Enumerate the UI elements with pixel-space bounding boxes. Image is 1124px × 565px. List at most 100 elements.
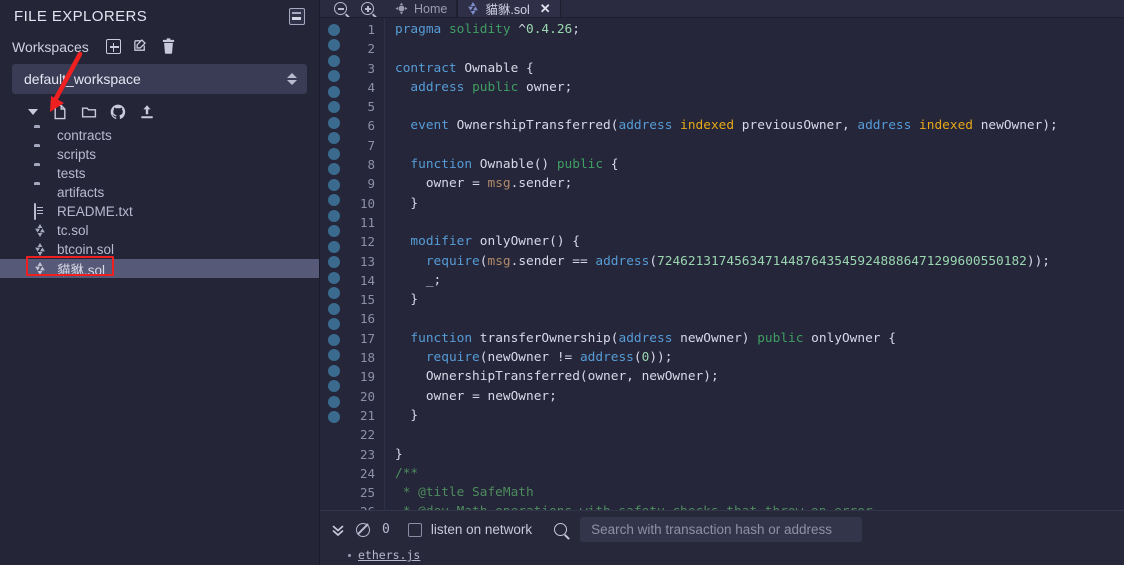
terminal-log-line: ethers.js: [320, 548, 1124, 562]
line-number: 16: [359, 311, 375, 327]
breakpoint-gutter[interactable]: [320, 18, 348, 510]
zoom-out-icon[interactable]: [334, 2, 347, 15]
line-number: 13: [359, 253, 375, 269]
line-number-gutter: 1 2 3 4 5 6 7 8 9 10 11 12 13 14 15 16 17 18 19 20 21 22 23 24 2…: [348, 18, 384, 510]
code-line: _;: [425, 272, 442, 288]
breakpoint-dot[interactable]: [328, 39, 340, 51]
breakpoint-dot[interactable]: [328, 194, 340, 206]
terminal-log-link[interactable]: ethers.js: [358, 548, 420, 562]
tab-label: 貓貅.sol: [485, 3, 530, 17]
breakpoint-dot[interactable]: [328, 23, 340, 36]
breakpoint-dot[interactable]: [328, 101, 340, 113]
line-number: 22: [359, 427, 375, 443]
file-label: 貓貅.sol: [57, 262, 106, 278]
listen-on-network-checkbox[interactable]: [407, 522, 422, 537]
breakpoint-dot[interactable]: [328, 411, 340, 423]
upload-icon[interactable]: [139, 104, 155, 120]
workspaces-label: Workspaces: [12, 39, 89, 55]
line-number: 23: [359, 446, 375, 462]
code-line: modifier onlyOwner() {: [410, 234, 580, 250]
line-number: 4: [367, 79, 375, 95]
search-input[interactable]: Search with transaction hash or address: [580, 517, 863, 542]
breakpoint-dot[interactable]: [328, 349, 340, 361]
code-line: require(newOwner != address(0));: [425, 350, 673, 366]
workspace-select-value: default_workspace: [24, 71, 141, 87]
breakpoint-dot[interactable]: [328, 225, 340, 237]
breakpoint-dot[interactable]: [328, 256, 340, 268]
line-number: 10: [359, 195, 375, 211]
breakpoint-dot[interactable]: [328, 333, 340, 346]
code-line: OwnershipTransferred(owner, newOwner);: [425, 369, 719, 385]
breakpoint-dot[interactable]: [328, 240, 340, 253]
no-entry-icon[interactable]: [356, 522, 370, 537]
breakpoint-dot[interactable]: [328, 85, 340, 98]
search-icon[interactable]: [554, 523, 568, 536]
breakpoint-dot[interactable]: [328, 287, 340, 299]
list-item[interactable]: artifacts: [0, 183, 319, 202]
list-item[interactable]: tc.sol: [0, 221, 319, 240]
code-line: * @dev Math operations with safety check…: [395, 502, 1124, 510]
solidity-icon: [467, 2, 479, 15]
breakpoint-dot[interactable]: [328, 147, 340, 160]
double-chevron-down-icon[interactable]: [330, 522, 346, 538]
code-line: function transferOwnership(address newOw…: [410, 330, 896, 346]
breakpoint-dot[interactable]: [328, 178, 340, 191]
new-file-icon[interactable]: [52, 104, 68, 120]
solidity-icon: [34, 242, 49, 257]
line-number: 6: [367, 118, 375, 134]
edit-workspace-icon[interactable]: [133, 38, 151, 56]
folder-icon: [34, 185, 49, 200]
breakpoint-dot[interactable]: [328, 70, 340, 82]
tab-solidity-file[interactable]: 貓貅.sol ✕: [457, 0, 561, 17]
close-icon[interactable]: ✕: [540, 1, 551, 17]
new-folder-icon[interactable]: [81, 104, 97, 120]
breakpoint-dot[interactable]: [328, 318, 340, 330]
line-number: 1: [367, 22, 375, 37]
list-item-selected[interactable]: 貓貅.sol: [0, 259, 319, 278]
list-item[interactable]: README.txt: [0, 202, 319, 221]
line-number: 14: [359, 272, 375, 288]
list-item[interactable]: scripts: [0, 145, 319, 164]
breakpoint-dot[interactable]: [328, 380, 340, 392]
chevron-down-icon[interactable]: [28, 109, 38, 115]
zoom-in-icon[interactable]: [361, 2, 374, 15]
document-icon: [34, 203, 49, 220]
solidity-icon: [34, 223, 49, 238]
code-editor[interactable]: 1 2 3 4 5 6 7 8 9 10 11 12 13 14 15 16 17 18 19 20 21 22 23 24 2…: [320, 18, 1124, 510]
file-tree: contracts scripts tests artifacts README…: [0, 124, 319, 565]
list-item[interactable]: btcoin.sol: [0, 240, 319, 259]
breakpoint-dot[interactable]: [328, 302, 340, 315]
workspaces-row: Workspaces: [0, 30, 319, 62]
tree-toolbar: [0, 94, 319, 124]
breakpoint-dot[interactable]: [328, 116, 340, 129]
create-workspace-icon[interactable]: [105, 38, 123, 56]
breakpoint-dot[interactable]: [328, 209, 340, 222]
tab-home[interactable]: Home: [386, 0, 458, 17]
breakpoint-dot[interactable]: [328, 395, 340, 408]
breakpoint-dot[interactable]: [328, 271, 340, 284]
workspace-select[interactable]: default_workspace: [12, 64, 307, 94]
listen-on-network-label: listen on network: [430, 522, 533, 537]
code-line: }: [395, 446, 403, 462]
breakpoint-dot[interactable]: [328, 364, 340, 377]
file-label: btcoin.sol: [57, 242, 115, 257]
code-content[interactable]: pragma solidity ^0.4.26; contract Ownabl…: [384, 18, 1124, 510]
book-icon[interactable]: [289, 7, 305, 25]
line-number: 5: [367, 99, 375, 115]
delete-workspace-icon[interactable]: [161, 38, 179, 56]
list-item[interactable]: contracts: [0, 126, 319, 145]
breakpoint-dot[interactable]: [328, 54, 340, 67]
line-number: 8: [367, 157, 375, 173]
breakpoint-dot[interactable]: [328, 132, 340, 144]
list-item[interactable]: tests: [0, 164, 319, 183]
code-line: }: [395, 407, 419, 423]
code-line: require(msg.sender == address(7246213174…: [425, 253, 1050, 269]
github-icon[interactable]: [110, 104, 126, 120]
breakpoint-dot[interactable]: [328, 163, 340, 175]
code-line: event OwnershipTransferred(address index…: [410, 118, 1058, 134]
line-number: 26: [348, 502, 375, 510]
file-explorer-sidebar: FILE EXPLORERS Workspaces default_worksp…: [0, 0, 320, 565]
line-number: 11: [359, 214, 375, 230]
